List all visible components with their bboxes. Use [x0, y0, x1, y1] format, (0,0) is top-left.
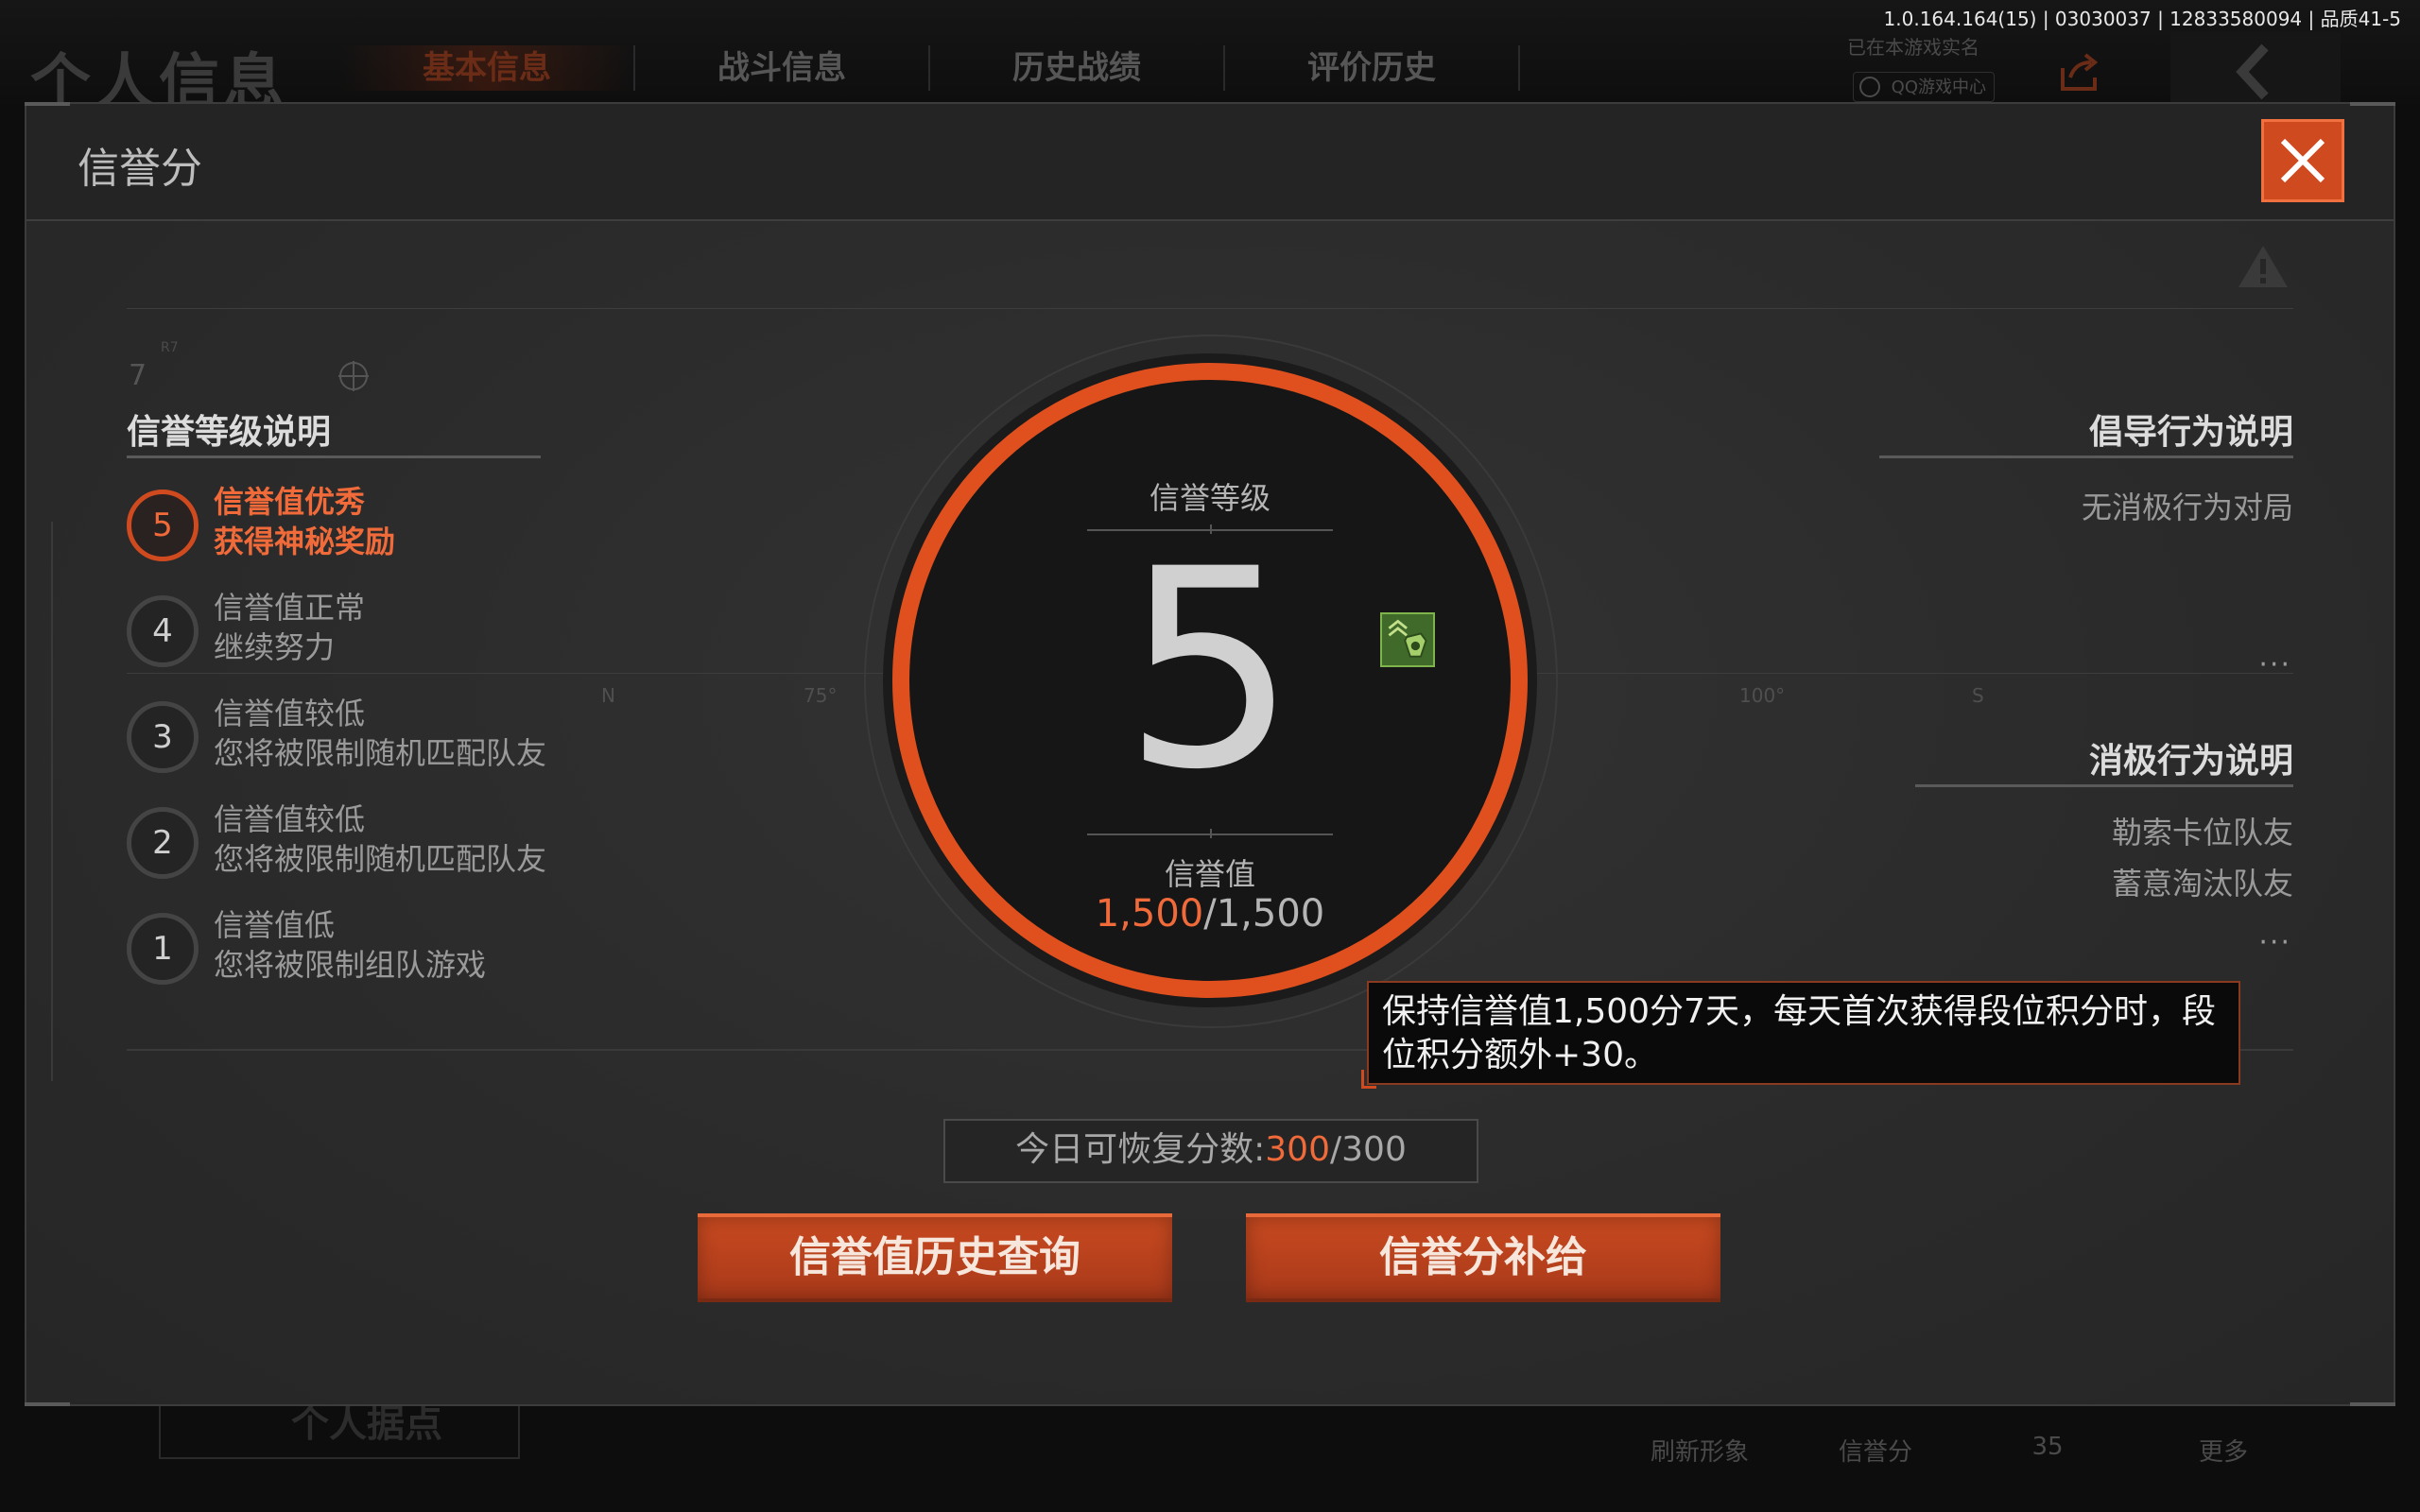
close-button[interactable]	[2261, 119, 2344, 202]
tab-battle-info[interactable]: 战斗信息	[635, 45, 930, 91]
level-line2: 获得神秘奖励	[214, 524, 396, 559]
encourage-title: 倡导行为说明	[2088, 413, 2293, 452]
warning-icon	[2238, 246, 2288, 287]
back-arrow-icon	[2236, 43, 2269, 100]
encourage-item: 无消极行为对局	[2081, 490, 2293, 525]
corner-decoration	[25, 1402, 70, 1406]
corner-decoration	[25, 102, 70, 106]
scale-label: N	[601, 684, 615, 707]
history-query-button[interactable]: 信誉值历史查询	[698, 1213, 1172, 1302]
corner-decoration	[2350, 1402, 2395, 1406]
tab-basic-info[interactable]: 基本信息	[340, 45, 635, 91]
reward-tooltip: 保持信誉值1,500分7天，每天首次获得段位积分时，段位积分额外+30。	[1367, 981, 2240, 1085]
encourage-more[interactable]: ···	[2258, 648, 2291, 681]
encourage-underline	[1879, 455, 2293, 458]
level-item-4: 4 信誉值正常 继续努力	[127, 590, 365, 667]
negative-item: 勒索卡位队友	[2111, 815, 2293, 850]
negative-item: 蓄意淘汰队友	[2111, 866, 2293, 902]
level-item-2: 2 信誉值较低您将被限制随机匹配队友	[127, 801, 547, 879]
background-tabs: 基本信息 战斗信息 历史战绩 评价历史	[340, 45, 1520, 91]
recovery-max: /300	[1330, 1130, 1407, 1169]
levels-title: 信誉等级说明	[127, 413, 332, 452]
hud-number: 7	[129, 359, 147, 392]
credit-supply-button[interactable]: 信誉分补给	[1246, 1213, 1720, 1302]
recovery-current: 300	[1265, 1130, 1330, 1169]
score-label: 信誉值	[1164, 856, 1255, 892]
level-line1: 信誉值优秀	[214, 484, 366, 520]
bottom-nav-count[interactable]: 35	[1981, 1433, 2114, 1461]
score-readout: 1,500/1,500	[892, 892, 1528, 936]
rank-badge-icon	[1380, 612, 1435, 667]
level-item-3: 3 信誉值较低您将被限制随机匹配队友	[127, 696, 547, 773]
qq-center-label: QQ游戏中心	[1891, 77, 1986, 97]
hud-line	[127, 308, 2293, 309]
level-line1: 信誉值较低	[214, 696, 366, 731]
recovery-label: 今日可恢复分数:	[1015, 1130, 1266, 1169]
crosshair-icon	[338, 361, 369, 391]
scale-label: S	[1972, 684, 1984, 707]
negative-title: 消极行为说明	[2088, 742, 2293, 781]
level-value: 5	[1122, 511, 1298, 830]
level-line1: 信誉值正常	[214, 590, 366, 626]
score-max: /1,500	[1203, 892, 1325, 936]
dialog-header: 信誉分	[26, 104, 2394, 221]
level-item-5: 5 信誉值优秀获得神秘奖励	[127, 484, 396, 561]
back-button[interactable]	[2170, 32, 2341, 112]
realname-label: 已在本游戏实名	[1847, 36, 1979, 59]
hud-small-label: R7	[161, 340, 179, 355]
bottom-nav-refresh[interactable]: 刷新形象	[1634, 1433, 1766, 1468]
level-line1: 信誉值较低	[214, 801, 366, 837]
level-line2: 您将被限制随机匹配队友	[214, 735, 547, 771]
bottom-nav-credit[interactable]: 信誉分	[1809, 1433, 1942, 1468]
tab-review-history[interactable]: 评价历史	[1225, 45, 1520, 91]
scale-label: 100°	[1739, 684, 1786, 707]
levels-title-underline	[127, 455, 541, 458]
left-rail	[51, 522, 53, 1081]
level-line1: 信誉值低	[214, 907, 336, 943]
daily-recovery-box: 今日可恢复分数:300/300	[943, 1119, 1478, 1183]
version-info: 1.0.164.164(15) | 03030037 | 12833580094…	[1883, 8, 2401, 30]
negative-underline	[1915, 784, 2293, 787]
qq-icon	[1859, 77, 1880, 97]
level-line2: 您将被限制组队游戏	[214, 947, 487, 983]
level-item-1: 1 信誉值低您将被限制组队游戏	[127, 907, 487, 985]
qq-center-button[interactable]: QQ游戏中心	[1853, 72, 1995, 102]
bottom-nav-more[interactable]: 更多	[2157, 1433, 2290, 1468]
scale-label: 75°	[804, 684, 838, 707]
level-number: 3	[127, 701, 199, 773]
level-line2: 您将被限制随机匹配队友	[214, 841, 547, 877]
score-current: 1,500	[1095, 892, 1204, 936]
share-icon[interactable]	[2057, 49, 2102, 94]
level-number: 2	[127, 807, 199, 879]
tab-history-record[interactable]: 历史战绩	[930, 45, 1225, 91]
negative-more[interactable]: ···	[2258, 926, 2291, 959]
ring-tick	[1210, 829, 1212, 838]
level-line2: 继续努力	[214, 629, 336, 665]
level-number: 4	[127, 595, 199, 667]
close-icon	[2280, 138, 2325, 183]
level-number: 5	[127, 490, 199, 561]
corner-decoration	[2350, 102, 2395, 106]
level-number: 1	[127, 913, 199, 985]
dialog-title: 信誉分	[78, 145, 202, 193]
